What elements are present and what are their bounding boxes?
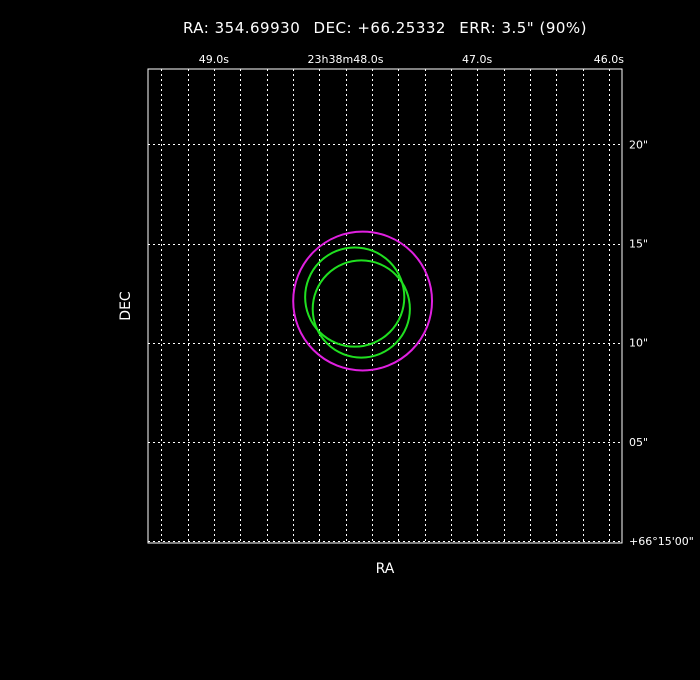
x-tick-label: 46.0s [594,53,624,66]
y-tick-label: 15" [629,238,648,251]
x-tick-label: 23h38m48.0s [308,53,384,66]
error-circles [292,230,434,372]
sky-chart: 49.0s 23h38m48.0s 47.0s 46.0s 20" 15" 10" 05" +6… [118,53,694,577]
tick-labels: 49.0s 23h38m48.0s 47.0s 46.0s 20" 15" 10" 05" +6… [199,53,694,548]
error-circle [311,259,411,359]
y-tick-label: +66°15'00" [629,535,694,548]
grid-lines [148,69,622,543]
y-tick-label: 20" [629,138,648,151]
y-axis-label: DEC [118,291,134,321]
x-axis-label: RA [376,561,395,577]
error-circle [304,246,406,348]
y-tick-label: 05" [629,436,648,449]
plot-frame [147,68,623,544]
y-tick-label: 10" [629,337,648,350]
x-tick-label: 47.0s [462,53,492,66]
x-tick-label: 49.0s [199,53,229,66]
